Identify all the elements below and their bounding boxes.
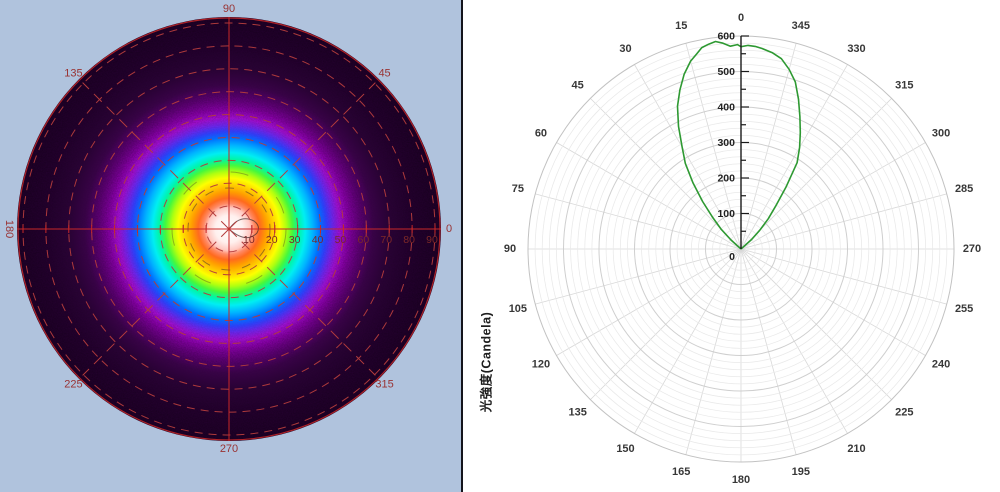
angle-label: 315 bbox=[895, 80, 913, 92]
angle-label: 45 bbox=[378, 67, 390, 79]
angle-label: 0 bbox=[738, 12, 744, 24]
angle-label: 150 bbox=[616, 443, 634, 455]
angle-label: 345 bbox=[792, 20, 810, 32]
angle-label: 120 bbox=[532, 359, 550, 371]
angle-label: 135 bbox=[64, 67, 82, 79]
radial-axis-label: 400 bbox=[717, 102, 735, 114]
angle-label: 165 bbox=[672, 466, 690, 478]
angle-label: 90 bbox=[223, 3, 235, 15]
angle-label: 0 bbox=[446, 223, 452, 235]
angle-label: 180 bbox=[3, 220, 15, 238]
radial-axis-label: 300 bbox=[717, 137, 735, 149]
intensity-heatmap-panel: 0 45 90 135 180 225 270 315 10 20 30 40 50 60 70 80 90 bbox=[0, 0, 461, 492]
intensity-curve bbox=[676, 40, 802, 250]
angle-label: 330 bbox=[847, 43, 865, 55]
radial-tick-label: 10 bbox=[243, 234, 255, 246]
dual-polar-chart-view: 0 45 90 135 180 225 270 315 10 20 30 40 50 60 70 80 90 0… bbox=[0, 0, 1000, 492]
radial-tick-label: 20 bbox=[266, 234, 278, 246]
radial-axis bbox=[740, 35, 749, 249]
angle-label: 270 bbox=[963, 243, 981, 255]
angle-label: 75 bbox=[512, 183, 524, 195]
angle-label: 180 bbox=[732, 474, 750, 486]
angle-label: 45 bbox=[572, 80, 584, 92]
candela-polar-panel: 0 100 200 300 400 500 600 0 15 30 45 60 75 90 105 120 13… bbox=[463, 0, 1000, 492]
angle-label: 105 bbox=[509, 303, 527, 315]
radial-tick-label: 60 bbox=[357, 234, 369, 246]
radial-tick-label: 40 bbox=[312, 234, 324, 246]
heatmap-canvas: 0 45 90 135 180 225 270 315 10 20 30 40 50 60 70 80 90 bbox=[3, 3, 452, 455]
angle-label: 240 bbox=[932, 359, 950, 371]
angle-label: 255 bbox=[955, 303, 973, 315]
polar-chart-canvas: 0100200300400500600015304560759010512013… bbox=[504, 12, 981, 486]
angle-label: 285 bbox=[955, 183, 973, 195]
radial-tick-label: 50 bbox=[335, 234, 347, 246]
angle-label: 60 bbox=[535, 128, 547, 140]
angle-label: 135 bbox=[568, 406, 586, 418]
radial-axis-title: 光強度(Candela) bbox=[479, 311, 494, 413]
angle-label: 90 bbox=[504, 243, 516, 255]
radial-tick-label: 70 bbox=[380, 234, 392, 246]
angle-label: 210 bbox=[847, 443, 865, 455]
radial-tick-label: 90 bbox=[426, 234, 438, 246]
angle-label: 270 bbox=[220, 443, 238, 455]
angle-label: 30 bbox=[619, 43, 631, 55]
angle-label: 15 bbox=[675, 20, 687, 32]
radial-tick-label: 80 bbox=[403, 234, 415, 246]
angle-label: 225 bbox=[64, 379, 82, 391]
radial-axis-label: 100 bbox=[717, 208, 735, 220]
radial-axis-label: 500 bbox=[717, 66, 735, 78]
angle-label: 315 bbox=[375, 379, 393, 391]
radial-axis-label: 200 bbox=[717, 173, 735, 185]
radial-axis-label: 0 bbox=[729, 251, 735, 263]
angle-label: 225 bbox=[895, 406, 913, 418]
radial-tick-labels: 10 20 30 40 50 60 70 80 90 bbox=[243, 234, 438, 246]
radial-tick-label: 30 bbox=[289, 234, 301, 246]
radial-axis-label: 600 bbox=[717, 31, 735, 43]
angle-label: 195 bbox=[792, 466, 810, 478]
angle-label: 300 bbox=[932, 128, 950, 140]
